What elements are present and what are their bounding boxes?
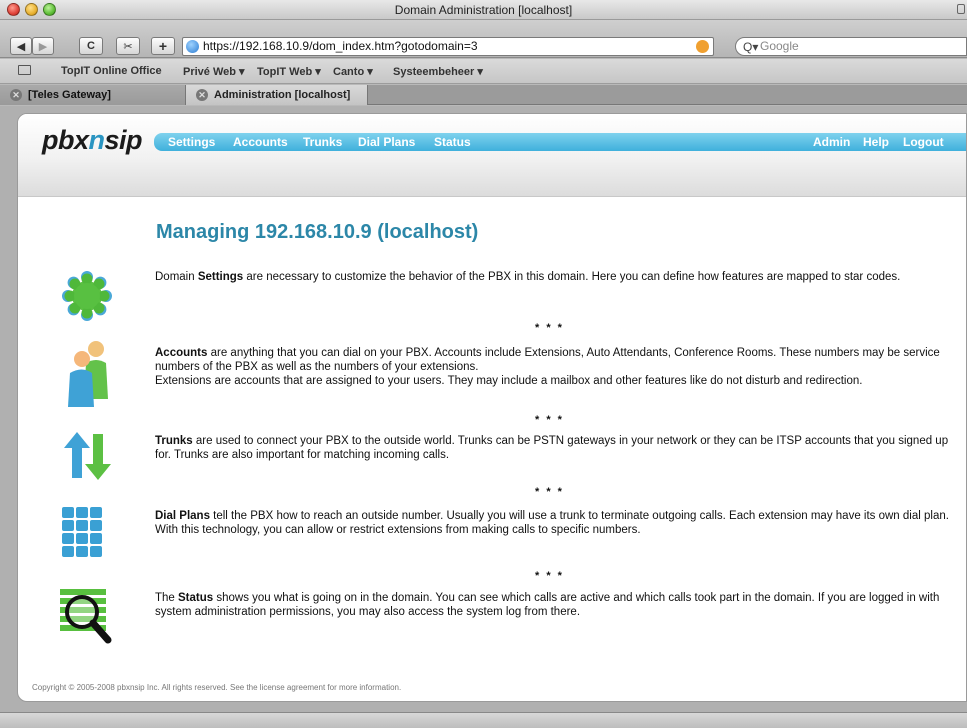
separator: * * *	[535, 570, 564, 582]
separator: * * *	[535, 322, 564, 334]
bookmark-item[interactable]: TopIT Online Office	[61, 65, 162, 77]
page-title: Managing 192.168.10.9 (localhost)	[156, 221, 479, 243]
forward-button[interactable]: ▶	[32, 37, 54, 55]
section-trunks-text: Trunks are used to connect your PBX to t…	[155, 435, 949, 461]
window-titlebar: Domain Administration [localhost]	[0, 0, 967, 20]
main-navbar: Settings Accounts Trunks Dial Plans Stat…	[154, 133, 966, 151]
search-icon: Q▾	[743, 40, 759, 54]
web-page: pbxnsip Settings Accounts Trunks Dial Pl…	[17, 113, 967, 702]
section-settings-text: Domain Settings are necessary to customi…	[155, 271, 901, 283]
browser-statusbar	[0, 712, 967, 728]
search-input[interactable]: Q▾ Google	[735, 37, 967, 56]
bookmark-item[interactable]: Canto ▾	[333, 65, 373, 78]
users-icon[interactable]	[58, 337, 116, 407]
page-footer: Copyright © 2005-2008 pbxnsip Inc. All r…	[32, 683, 402, 692]
close-icon[interactable]: ✕	[10, 89, 22, 101]
nav-admin[interactable]: Admin	[813, 135, 850, 149]
magnifier-icon[interactable]	[58, 587, 116, 645]
nav-status[interactable]: Status	[434, 135, 471, 149]
address-url: https://192.168.10.9/dom_index.htm?gotod…	[203, 39, 478, 53]
browser-toolbar: ◀ ▶ C ✂ + https://192.168.10.9/dom_index…	[0, 20, 967, 58]
section-dialplans-text: Dial Plans tell the PBX how to reach an …	[155, 510, 949, 536]
add-bookmark-button[interactable]: +	[151, 37, 175, 55]
reload-button[interactable]: C	[79, 37, 103, 55]
tab-label: [Teles Gateway]	[28, 89, 111, 101]
tab-teles-gateway[interactable]: ✕ [Teles Gateway]	[0, 85, 186, 105]
window-title: Domain Administration [localhost]	[394, 3, 573, 17]
keypad-icon[interactable]	[58, 503, 116, 561]
bookmark-item[interactable]: Privé Web ▾	[183, 65, 245, 78]
nav-settings[interactable]: Settings	[168, 135, 215, 149]
section-accounts-text: Accounts are anything that you can dial …	[155, 347, 940, 387]
nav-accounts[interactable]: Accounts	[233, 135, 288, 149]
back-button[interactable]: ◀	[10, 37, 32, 55]
tab-label: Administration [localhost]	[214, 89, 351, 101]
bookmarks-icon[interactable]	[18, 65, 31, 75]
arrows-updown-icon[interactable]	[58, 428, 116, 486]
pbxnsip-logo[interactable]: pbxnsip	[42, 125, 143, 156]
address-bar[interactable]: https://192.168.10.9/dom_index.htm?gotod…	[182, 37, 714, 56]
separator: * * *	[535, 486, 564, 498]
rss-icon[interactable]	[696, 40, 709, 53]
bookmark-item[interactable]: TopIT Web ▾	[257, 65, 321, 78]
globe-icon	[186, 40, 199, 53]
tab-bar: ✕ [Teles Gateway] ✕ Administration [loca…	[0, 85, 967, 105]
nav-trunks[interactable]: Trunks	[303, 135, 342, 149]
gear-icon[interactable]	[58, 267, 116, 325]
bookmarks-bar: TopIT Online Office Privé Web ▾ TopIT We…	[0, 59, 967, 84]
search-placeholder: Google	[760, 39, 799, 53]
separator: * * *	[535, 414, 564, 426]
lock-icon	[957, 4, 965, 14]
section-status-text: The Status shows you what is going on in…	[155, 592, 940, 618]
snapback-button[interactable]: ✂	[116, 37, 140, 55]
page-header: pbxnsip Settings Accounts Trunks Dial Pl…	[18, 114, 966, 197]
close-icon[interactable]: ✕	[196, 89, 208, 101]
tab-administration[interactable]: ✕ Administration [localhost]	[186, 85, 368, 105]
bookmark-item[interactable]: Systeembeheer ▾	[393, 65, 483, 78]
nav-logout[interactable]: Logout	[903, 135, 944, 149]
nav-help[interactable]: Help	[863, 135, 889, 149]
nav-dial-plans[interactable]: Dial Plans	[358, 135, 415, 149]
